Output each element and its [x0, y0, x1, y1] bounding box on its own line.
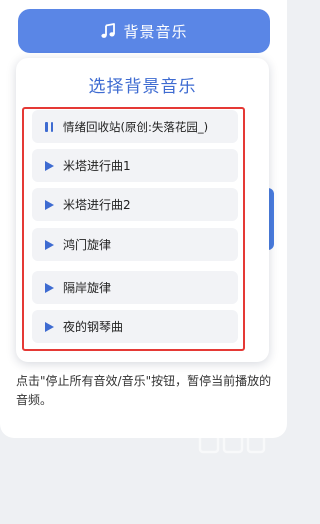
track-item-6[interactable]: 夜的钢琴曲: [32, 310, 238, 343]
watermark: [198, 428, 268, 464]
track-item-5[interactable]: 隔岸旋律: [32, 271, 238, 304]
pause-icon: [42, 120, 56, 134]
play-icon: [42, 198, 56, 212]
track-item-3[interactable]: 米塔进行曲2: [32, 188, 238, 221]
track-label: 米塔进行曲2: [63, 198, 131, 212]
play-icon: [42, 238, 56, 252]
track-label: 隔岸旋律: [63, 281, 112, 295]
background-music-button[interactable]: 背景音乐: [18, 9, 270, 53]
track-label: 米塔进行曲1: [63, 159, 131, 173]
track-label: 情绪回收站(原创:失落花园_): [63, 119, 209, 134]
background-music-button-label: 背景音乐: [123, 22, 188, 41]
play-icon: [42, 159, 56, 173]
panel-title: 选择背景音乐: [88, 77, 197, 97]
track-item-1[interactable]: 情绪回收站(原创:失落花园_): [32, 110, 238, 143]
track-label: 夜的钢琴曲: [63, 320, 124, 334]
track-label: 鸿门旋律: [63, 238, 112, 252]
track-item-4[interactable]: 鸿门旋律: [32, 228, 238, 261]
track-item-2[interactable]: 米塔进行曲1: [32, 149, 238, 182]
play-icon: [42, 320, 56, 334]
instruction-text: 点击"停止所有音效/音乐"按钮，暂停当前播放的音频。: [16, 374, 272, 407]
music-note-icon: [100, 23, 116, 39]
play-icon: [42, 281, 56, 295]
